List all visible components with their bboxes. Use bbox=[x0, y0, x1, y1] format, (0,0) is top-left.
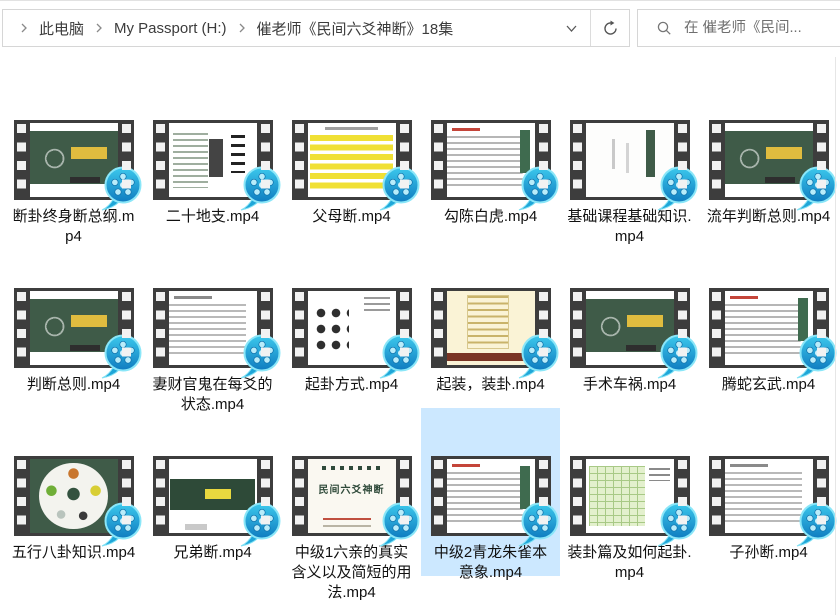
video-thumbnail bbox=[292, 288, 412, 368]
video-thumbnail bbox=[14, 120, 134, 200]
video-thumbnail bbox=[14, 288, 134, 368]
video-thumbnail bbox=[153, 456, 273, 536]
search-box[interactable] bbox=[637, 9, 840, 47]
film-reel-player-icon bbox=[377, 165, 421, 211]
file-item[interactable]: 基础课程基础知识.mp4 bbox=[560, 72, 699, 240]
video-thumbnail bbox=[431, 288, 551, 368]
refresh-button[interactable] bbox=[591, 10, 629, 46]
film-reel-player-icon bbox=[794, 165, 838, 211]
file-item[interactable]: 勾陈白虎.mp4 bbox=[421, 72, 560, 240]
file-item[interactable]: 妻财官鬼在每爻的状态.mp4 bbox=[143, 240, 282, 408]
file-item[interactable]: 装卦篇及如何起卦.mp4 bbox=[560, 408, 699, 576]
film-reel-player-icon bbox=[794, 333, 838, 379]
film-reel-player-icon bbox=[655, 501, 699, 547]
explorer-window: 此电脑 My Passport (H:) 催老师《民间六爻神断》18集 bbox=[0, 0, 840, 615]
file-item[interactable]: 判断总则.mp4 bbox=[4, 240, 143, 408]
search-icon bbox=[656, 20, 672, 36]
film-reel-player-icon bbox=[516, 165, 560, 211]
breadcrumb-folder[interactable]: 催老师《民间六爻神断》18集 bbox=[255, 18, 456, 39]
file-name: 中级2青龙朱雀本意象.mp4 bbox=[427, 543, 555, 583]
breadcrumb-this-pc[interactable]: 此电脑 bbox=[37, 18, 86, 39]
file-item-selected[interactable]: 中级2青龙朱雀本意象.mp4 bbox=[421, 408, 560, 576]
file-item[interactable]: 五行八卦知识.mp4 bbox=[4, 408, 143, 576]
address-bar[interactable]: 此电脑 My Passport (H:) 催老师《民间六爻神断》18集 bbox=[2, 9, 630, 47]
video-thumbnail bbox=[153, 120, 273, 200]
file-item[interactable]: 民间六爻神断 中级1六亲的真实含义以及简短的用法.mp4 bbox=[282, 408, 421, 576]
explorer-toolbar: 此电脑 My Passport (H:) 催老师《民间六爻神断》18集 bbox=[0, 1, 840, 54]
film-reel-player-icon bbox=[238, 165, 282, 211]
search-input[interactable] bbox=[684, 20, 840, 36]
file-item[interactable]: 流年判断总则.mp4 bbox=[699, 72, 838, 240]
film-reel-player-icon bbox=[377, 333, 421, 379]
chevron-right-icon bbox=[11, 22, 37, 34]
film-reel-player-icon bbox=[794, 501, 838, 547]
chevron-right-icon bbox=[86, 22, 112, 34]
video-thumbnail: 民间六爻神断 bbox=[292, 456, 412, 536]
video-thumbnail bbox=[709, 120, 829, 200]
film-reel-player-icon bbox=[99, 501, 143, 547]
film-reel-player-icon bbox=[516, 333, 560, 379]
film-reel-player-icon bbox=[516, 501, 560, 547]
video-thumbnail bbox=[153, 288, 273, 368]
film-reel-player-icon bbox=[99, 165, 143, 211]
film-reel-player-icon bbox=[655, 333, 699, 379]
film-reel-player-icon bbox=[377, 501, 421, 547]
video-thumbnail bbox=[570, 456, 690, 536]
film-reel-player-icon bbox=[99, 333, 143, 379]
file-name: 中级1六亲的真实含义以及简短的用法.mp4 bbox=[288, 543, 416, 603]
file-item[interactable]: 腾蛇玄武.mp4 bbox=[699, 240, 838, 408]
video-thumbnail bbox=[709, 456, 829, 536]
thumbnail-title-text: 民间六爻神断 bbox=[308, 481, 396, 496]
refresh-icon bbox=[602, 20, 619, 37]
chevron-right-icon bbox=[229, 22, 255, 34]
film-reel-player-icon bbox=[655, 165, 699, 211]
address-dropdown-button[interactable] bbox=[552, 10, 590, 46]
video-thumbnail bbox=[292, 120, 412, 200]
file-item[interactable]: 起装，装卦.mp4 bbox=[421, 240, 560, 408]
video-thumbnail bbox=[431, 456, 551, 536]
film-reel-player-icon bbox=[238, 333, 282, 379]
video-thumbnail bbox=[431, 120, 551, 200]
chevron-down-icon bbox=[565, 24, 578, 33]
breadcrumb-drive[interactable]: My Passport (H:) bbox=[112, 20, 229, 37]
file-item[interactable]: 手术车祸.mp4 bbox=[560, 240, 699, 408]
file-grid: 断卦终身断总纲.mp4 二十地支.mp4 父母断.mp4 bbox=[0, 54, 840, 576]
file-item[interactable]: 兄弟断.mp4 bbox=[143, 408, 282, 576]
file-item[interactable]: 起卦方式.mp4 bbox=[282, 240, 421, 408]
file-item[interactable]: 断卦终身断总纲.mp4 bbox=[4, 72, 143, 240]
file-name: 装卦篇及如何起卦.mp4 bbox=[566, 543, 694, 583]
video-thumbnail bbox=[14, 456, 134, 536]
file-item[interactable]: 父母断.mp4 bbox=[282, 72, 421, 240]
video-thumbnail bbox=[570, 288, 690, 368]
file-item[interactable]: 子孙断.mp4 bbox=[699, 408, 838, 576]
video-thumbnail bbox=[709, 288, 829, 368]
video-thumbnail bbox=[570, 120, 690, 200]
film-reel-player-icon bbox=[238, 501, 282, 547]
file-item[interactable]: 二十地支.mp4 bbox=[143, 72, 282, 240]
